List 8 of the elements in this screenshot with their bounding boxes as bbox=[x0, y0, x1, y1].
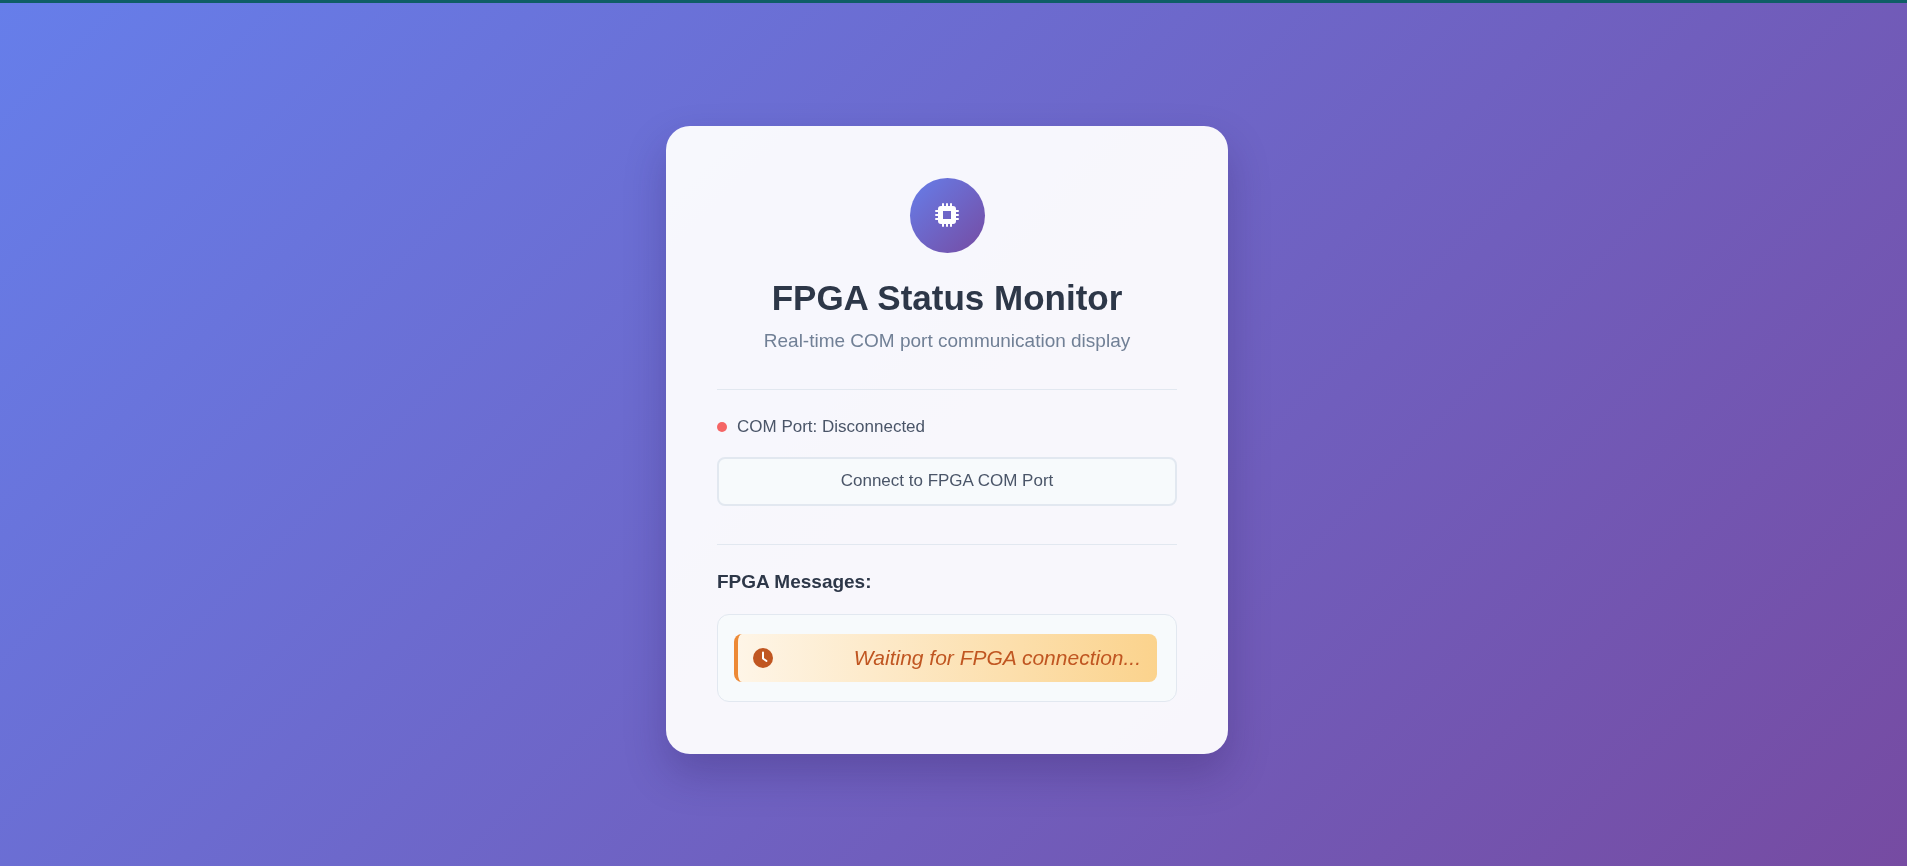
page-subtitle: Real-time COM port communication display bbox=[762, 328, 1132, 352]
page-title: FPGA Status Monitor bbox=[770, 276, 1124, 319]
chip-icon bbox=[934, 202, 960, 228]
connect-button[interactable]: Connect to FPGA COM Port bbox=[717, 456, 1177, 506]
clock-icon bbox=[753, 647, 773, 668]
status-text: COM Port: Disconnected bbox=[737, 415, 925, 438]
message-text: Waiting for FPGA connection... bbox=[853, 645, 1141, 670]
messages-heading: FPGA Messages: bbox=[717, 569, 873, 594]
